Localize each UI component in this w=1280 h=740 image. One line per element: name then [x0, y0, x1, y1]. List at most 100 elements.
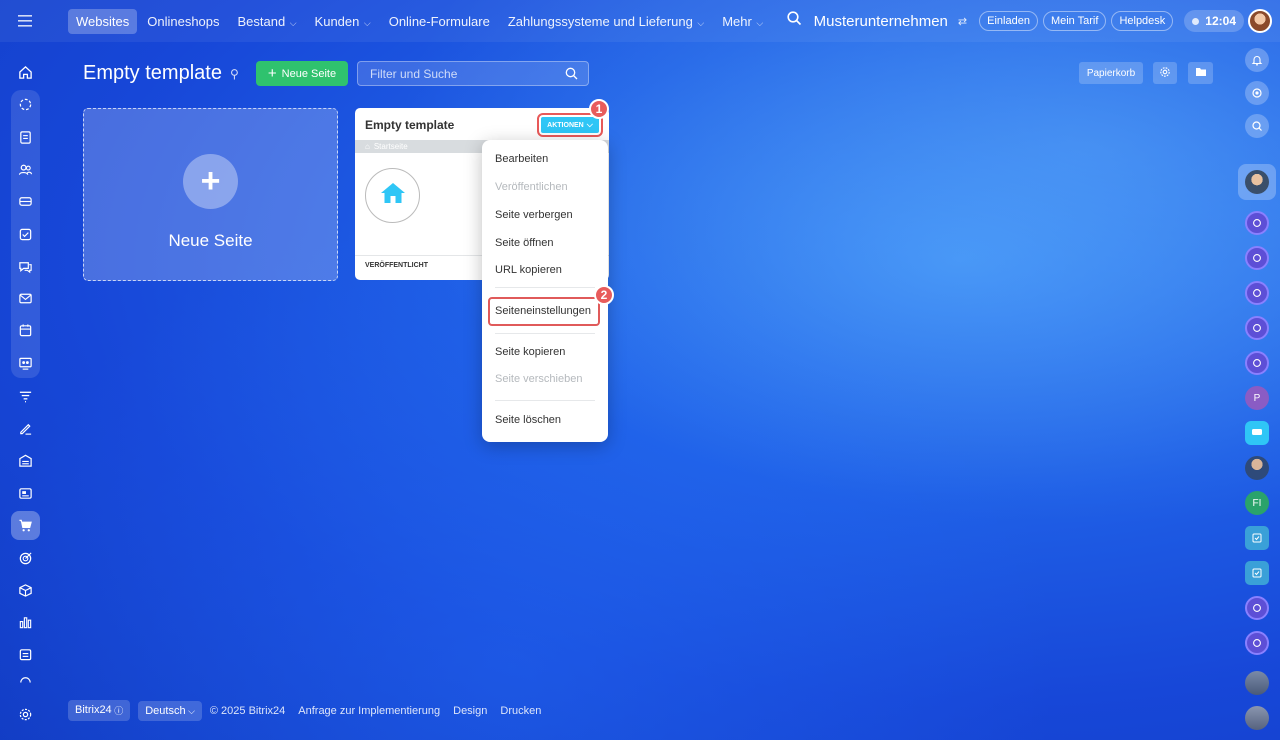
search-input[interactable] — [370, 66, 555, 81]
chat-icon[interactable] — [11, 252, 40, 281]
search-icon[interactable] — [565, 67, 578, 85]
search-icon[interactable] — [787, 11, 802, 31]
menu-item-hide-page[interactable]: Seite verbergen — [495, 209, 573, 221]
analytics-icon[interactable] — [11, 608, 40, 637]
pin-icon[interactable]: ⚲ — [230, 67, 239, 81]
page-title-text: Empty template — [83, 62, 222, 84]
menu-icon[interactable] — [0, 0, 50, 42]
top-nav: Websites Onlineshops Bestand ⌵ Kunden ⌵ … — [68, 0, 773, 42]
chevron-down-icon: ⌵ — [694, 17, 705, 28]
board-icon[interactable] — [11, 349, 40, 378]
nav-label: Mehr — [722, 13, 752, 29]
menu-item-open-page[interactable]: Seite öffnen — [495, 237, 554, 249]
folder-button[interactable] — [1188, 62, 1213, 84]
nav-label: Kunden — [314, 13, 360, 29]
contact-initial-avatar[interactable]: FI — [1245, 491, 1269, 515]
folder-icon — [1195, 66, 1207, 80]
chat-group-icon[interactable] — [1245, 211, 1269, 235]
contact-avatar[interactable] — [1245, 170, 1269, 194]
copyright: © 2025 Bitrix24 — [209, 704, 286, 717]
calendar-icon[interactable] — [11, 316, 40, 345]
open-line-icon[interactable] — [1245, 421, 1269, 445]
nav-item-websites[interactable]: Websites — [68, 8, 138, 34]
chat-group-icon[interactable] — [1245, 316, 1269, 340]
recycle-bin-button[interactable]: Papierkorb — [1079, 62, 1143, 84]
page-title: Empty template ⚲ — [83, 62, 239, 85]
task-chat-icon[interactable] — [1245, 526, 1269, 550]
plan-button[interactable]: Mein Tarif — [1042, 11, 1107, 31]
nav-item-zahlungssysteme[interactable]: Zahlungssysteme und Lieferung ⌵ — [500, 9, 712, 34]
helpdesk-button[interactable]: Helpdesk — [1111, 11, 1174, 31]
nav-item-mehr[interactable]: Mehr ⌵ — [714, 9, 771, 34]
contact-avatar[interactable] — [1245, 456, 1269, 480]
settings-button[interactable] — [1153, 62, 1177, 84]
copilot-icon[interactable] — [1245, 81, 1269, 105]
chat-group-icon[interactable] — [1245, 281, 1269, 305]
contact-initial-avatar[interactable]: P — [1245, 386, 1269, 410]
invite-button[interactable]: Einladen — [979, 11, 1038, 31]
new-page-button[interactable]: + Neue Seite — [256, 61, 348, 86]
menu-item-copy-page[interactable]: Seite kopieren — [495, 346, 565, 358]
chat-group-icon[interactable] — [1245, 351, 1269, 375]
brand-label: Bitrix24 — [75, 704, 112, 716]
user-avatar[interactable] — [1248, 9, 1272, 33]
contact-avatar[interactable] — [1245, 671, 1269, 695]
plus-icon: + — [267, 65, 277, 82]
inbox-icon[interactable] — [11, 187, 40, 216]
terminal-icon[interactable] — [11, 479, 40, 508]
chat-group-icon[interactable] — [1245, 596, 1269, 620]
funnel-icon[interactable] — [11, 382, 40, 411]
tasks-icon[interactable] — [11, 220, 40, 249]
task-chat-icon[interactable] — [1245, 561, 1269, 585]
company-name[interactable]: Musterunternehmen — [814, 13, 948, 30]
menu-item-delete-page[interactable]: Seite löschen — [495, 414, 561, 426]
nav-item-bestand[interactable]: Bestand ⌵ — [230, 9, 305, 34]
actions-button[interactable]: AKTIONEN ⌵ — [537, 113, 603, 137]
bell-icon[interactable] — [1245, 48, 1269, 72]
nav-item-kunden[interactable]: Kunden ⌵ — [307, 9, 379, 34]
menu-divider — [495, 333, 595, 334]
chevron-down-icon: ⌵ — [185, 705, 195, 716]
language-select[interactable]: Deutsch ⌵ — [138, 700, 202, 721]
settings-sliders-icon[interactable]: ⇄ — [958, 15, 967, 28]
clock-button[interactable]: 12:04 — [1184, 10, 1244, 32]
chevron-down-icon: ⌵ — [586, 120, 593, 129]
nav-label: Zahlungssysteme und Lieferung — [507, 13, 693, 29]
left-sidebar — [0, 42, 51, 740]
footer-link-design[interactable]: Design — [453, 705, 487, 717]
sign-icon[interactable] — [11, 414, 40, 443]
schedule-icon[interactable] — [11, 640, 40, 669]
plus-icon: + — [183, 154, 238, 209]
nav-item-online-formulare[interactable]: Online-Formulare — [381, 9, 498, 34]
target-icon[interactable] — [11, 544, 40, 573]
feed-icon[interactable] — [11, 123, 40, 152]
nav-label: Onlineshops — [147, 13, 220, 29]
footer-link-implementation[interactable]: Anfrage zur Implementierung — [298, 705, 440, 717]
actions-menu: Bearbeiten Veröffentlichen Seite verberg… — [482, 140, 608, 442]
bitrix24-brand-button[interactable]: Bitrix24 ⓘ — [68, 700, 131, 721]
menu-item-copy-url[interactable]: URL kopieren — [495, 264, 562, 276]
chat-group-icon[interactable] — [1245, 246, 1269, 270]
home-icon[interactable] — [11, 58, 40, 87]
actions-button-label: AKTIONEN — [547, 121, 584, 129]
shop-cart-icon[interactable] — [11, 511, 40, 540]
menu-item-page-settings[interactable]: Seiteneinstellungen — [495, 305, 591, 317]
clock-time: 12:04 — [1205, 14, 1236, 28]
search-chat-icon[interactable] — [1245, 114, 1269, 138]
gear-icon[interactable] — [11, 700, 40, 729]
new-page-tile[interactable]: + Neue Seite — [83, 108, 338, 281]
box-icon[interactable] — [11, 576, 40, 605]
step-badge-1: 1 — [589, 99, 609, 119]
spark-icon[interactable] — [11, 90, 40, 119]
menu-item-edit[interactable]: Bearbeiten — [495, 153, 548, 165]
chat-group-icon[interactable] — [1245, 631, 1269, 655]
nav-item-onlineshops[interactable]: Onlineshops — [139, 9, 227, 34]
contacts-icon[interactable] — [11, 155, 40, 184]
warehouse-icon[interactable] — [11, 446, 40, 475]
more-apps-icon[interactable] — [11, 675, 40, 687]
gear-icon — [1159, 66, 1171, 81]
footer: Bitrix24 ⓘ Deutsch ⌵ © 2025 Bitrix24 Anf… — [68, 700, 554, 721]
contact-avatar[interactable] — [1245, 706, 1269, 730]
mail-icon[interactable] — [11, 284, 40, 313]
footer-link-print[interactable]: Drucken — [500, 705, 541, 717]
